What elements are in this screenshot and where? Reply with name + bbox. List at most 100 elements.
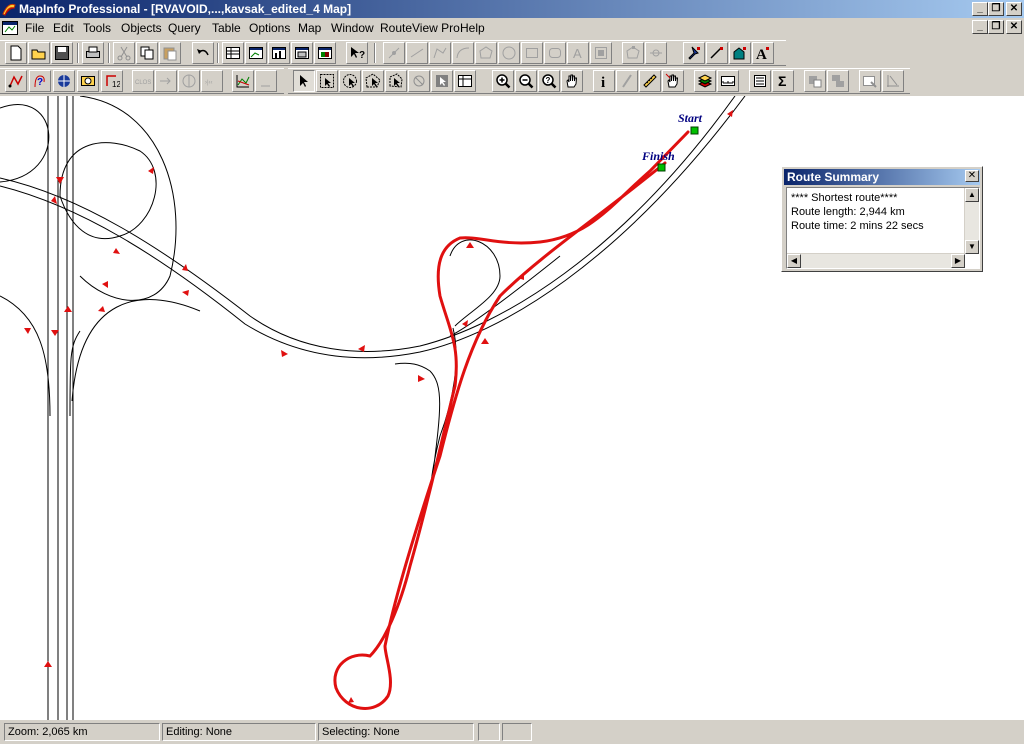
label-tool-button[interactable] (662, 70, 684, 92)
close-button[interactable]: ✕ (1006, 2, 1022, 16)
select-from-table-button[interactable] (454, 70, 476, 92)
paste-button[interactable] (159, 42, 181, 64)
new-button[interactable] (5, 42, 27, 64)
print-button[interactable] (82, 42, 104, 64)
route-tool-4-button[interactable] (77, 70, 99, 92)
polygon-tool-button[interactable] (475, 42, 497, 64)
zoom-out-button[interactable] (515, 70, 537, 92)
scroll-left-button[interactable]: ◀ (787, 254, 801, 268)
region-style-button[interactable] (729, 42, 751, 64)
radius-select-button[interactable] (339, 70, 361, 92)
thematic-button[interactable] (804, 70, 826, 92)
arrow-disabled-button[interactable] (155, 70, 177, 92)
arc-tool-button[interactable] (452, 42, 474, 64)
map-document-icon[interactable] (2, 21, 18, 35)
save-button[interactable] (51, 42, 73, 64)
menu-edit[interactable]: Edit (53, 21, 74, 35)
menu-objects[interactable]: Objects (121, 21, 162, 35)
snap-button[interactable] (383, 42, 405, 64)
ellipse-tool-button[interactable] (498, 42, 520, 64)
new-layout-button[interactable] (291, 42, 313, 64)
statistics-button[interactable]: Σ (772, 70, 794, 92)
editing-status[interactable]: Editing: None (162, 723, 316, 741)
text-a-icon: A (573, 46, 582, 61)
doc-close-button[interactable]: ✕ (1006, 20, 1022, 34)
vertical-scrollbar[interactable]: ▲ ▼ (964, 188, 979, 254)
route-summary-close-button[interactable]: ✕ (965, 170, 979, 182)
info-tool-button[interactable]: i (593, 70, 615, 92)
graph-tool-button[interactable] (882, 70, 904, 92)
arrow-pointer-icon (300, 75, 308, 87)
new-graph-button[interactable] (268, 42, 290, 64)
route-summary-window[interactable]: Route Summary ✕ **** Shortest route**** … (781, 166, 983, 272)
open-button[interactable] (28, 42, 50, 64)
svg-text:?: ? (359, 50, 365, 61)
help-button[interactable]: ? (346, 42, 368, 64)
unselect-all-button[interactable] (408, 70, 430, 92)
route-length-text: Route length: 2,944 km (791, 206, 905, 218)
sphere-disabled-button[interactable] (178, 70, 200, 92)
chart-tool-button[interactable] (232, 70, 254, 92)
doc-minimize-button[interactable]: _ (972, 20, 988, 34)
graph-select-button[interactable] (431, 70, 453, 92)
menu-routeview-pro[interactable]: RouteView Pro (380, 21, 460, 35)
ruler-button[interactable] (639, 70, 661, 92)
text-tool-button[interactable]: A (567, 42, 589, 64)
menu-help[interactable]: Help (460, 21, 485, 35)
copy-button[interactable] (136, 42, 158, 64)
show-scale-button[interactable] (717, 70, 739, 92)
frame-tool-button[interactable] (590, 42, 612, 64)
scroll-up-button[interactable]: ▲ (965, 188, 979, 202)
menu-tools[interactable]: Tools (83, 21, 111, 35)
rectangle-tool-button[interactable] (521, 42, 543, 64)
hotlink-button[interactable] (616, 70, 638, 92)
route-tool-3-button[interactable] (53, 70, 75, 92)
select-button[interactable] (293, 70, 315, 92)
new-redistrict-button[interactable] (314, 42, 336, 64)
add-node-button[interactable] (645, 42, 667, 64)
scroll-down-button[interactable]: ▼ (965, 240, 979, 254)
clip-region-button[interactable] (827, 70, 849, 92)
reshape-button[interactable] (622, 42, 644, 64)
route-tool-2-button[interactable]: ? (29, 70, 51, 92)
doc-restore-button[interactable]: ❐ (988, 20, 1004, 34)
polygon-select-button[interactable] (362, 70, 384, 92)
printer-icon (86, 46, 100, 58)
new-browser-button[interactable] (222, 42, 244, 64)
symbol-style-button[interactable] (683, 42, 705, 64)
polyline-tool-button[interactable] (429, 42, 451, 64)
boundary-select-button[interactable] (385, 70, 407, 92)
menu-window[interactable]: Window (331, 21, 374, 35)
restore-button[interactable]: ❐ (988, 2, 1004, 16)
selecting-status[interactable]: Selecting: None (318, 723, 474, 741)
route-tool-5-button[interactable]: 12 (101, 70, 123, 92)
menu-query[interactable]: Query (168, 21, 201, 35)
grabber-button[interactable] (561, 70, 583, 92)
change-view-button[interactable]: ? (538, 70, 560, 92)
line-tool-button[interactable] (406, 42, 428, 64)
rounded-rect-tool-button[interactable] (544, 42, 566, 64)
route-tool-1-button[interactable] (5, 70, 27, 92)
menu-map[interactable]: Map (298, 21, 321, 35)
zoom-in-button[interactable] (492, 70, 514, 92)
legend-button[interactable] (749, 70, 771, 92)
line-style-button[interactable] (706, 42, 728, 64)
minimize-button[interactable]: _ (972, 2, 988, 16)
arrow-marker (466, 242, 474, 248)
scroll-right-button[interactable]: ▶ (951, 254, 965, 268)
menu-table[interactable]: Table (212, 21, 241, 35)
minimized-tool-button[interactable] (255, 70, 277, 92)
disabled-tool-button[interactable]: ›|‹‹ (201, 70, 223, 92)
cut-button[interactable] (113, 42, 135, 64)
text-style-button[interactable]: A (752, 42, 774, 64)
new-mapper-button[interactable] (245, 42, 267, 64)
menu-options[interactable]: Options (249, 21, 290, 35)
layer-control-button[interactable] (694, 70, 716, 92)
undo-button[interactable] (192, 42, 214, 64)
menu-file[interactable]: File (25, 21, 44, 35)
drag-window-button[interactable] (859, 70, 881, 92)
marquee-select-button[interactable] (316, 70, 338, 92)
close-route-button[interactable]: CLOSE (132, 70, 154, 92)
zoom-status[interactable]: Zoom: 2,065 km (4, 723, 160, 741)
horizontal-scrollbar[interactable]: ◀ ▶ (787, 253, 965, 268)
